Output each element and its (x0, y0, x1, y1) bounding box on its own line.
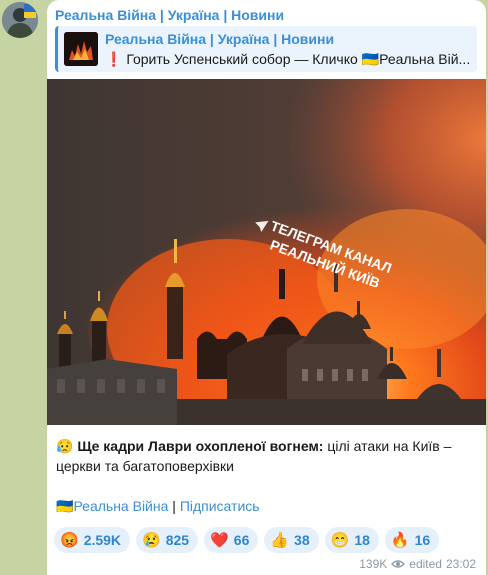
reply-thumbnail (64, 32, 98, 66)
reaction-grin[interactable]: 😁 18 (324, 527, 379, 553)
channel-name[interactable]: Реальна Війна | Україна | Новини (55, 7, 284, 23)
signature: 🇺🇦Реальна Війна | Підписатись (56, 498, 260, 515)
message-bold: Ще кадри Лаври охопленої вогнем: (77, 438, 324, 454)
message-meta: 139K edited 23:02 (359, 557, 476, 571)
angry-icon: 😡 (60, 532, 79, 549)
flag-emoji: 🇺🇦 (56, 498, 74, 514)
message-text: 😥 Ще кадри Лаври охопленої вогнем: цілі … (56, 436, 476, 476)
reaction-fire[interactable]: 🔥 16 (384, 527, 440, 553)
reaction-count: 66 (233, 532, 250, 548)
reaction-angry[interactable]: 😡 2.59K (54, 527, 131, 553)
signature-separator: | (168, 498, 180, 514)
reaction-thumbs-up[interactable]: 👍 38 (264, 527, 319, 553)
photo-media[interactable]: ТЕЛЕГРАМ КАНАЛ РЕАЛЬНИЙ КИЇВ (47, 79, 486, 425)
fire-icon: 🔥 (390, 532, 410, 549)
sad-emoji: 😥 (56, 438, 74, 454)
reply-text: ❗ Горить Успенський собор — Кличко 🇺🇦Реа… (105, 51, 475, 68)
reaction-cry[interactable]: 😢 825 (136, 527, 199, 553)
reaction-heart[interactable]: ❤️ 66 (204, 527, 259, 553)
reaction-count: 16 (414, 532, 431, 548)
views-count: 139K (359, 557, 388, 571)
channel-avatar[interactable] (2, 2, 38, 38)
heart-icon: ❤️ (210, 532, 229, 549)
channel-link[interactable]: Реальна Війна (73, 498, 168, 514)
message-bubble: Реальна Війна | Україна | Новини Реальна… (47, 0, 486, 575)
reply-snippet: Горить Успенський собор — Кличко 🇺🇦Реаль… (126, 51, 471, 67)
lavra-fire-photo: ТЕЛЕГРАМ КАНАЛ РЕАЛЬНИЙ КИЇВ (47, 79, 486, 425)
reply-quote[interactable]: Реальна Війна | Україна | Новини ❗ Горит… (55, 26, 477, 72)
eye-icon (391, 560, 406, 568)
reaction-count: 825 (165, 532, 190, 548)
avatar-image (2, 2, 38, 38)
exclamation-icon: ❗ (105, 51, 123, 67)
subscribe-link[interactable]: Підписатись (180, 498, 260, 514)
reply-title: Реальна Війна | Україна | Новини (105, 31, 335, 47)
edited-label: edited (409, 557, 442, 571)
thumbs-up-icon: 👍 (270, 532, 290, 549)
reaction-count: 18 (354, 532, 370, 548)
reactions-bar: 😡 2.59K 😢 825 ❤️ 66 👍 38 😁 18 🔥 16 (54, 527, 440, 553)
message-time: 23:02 (445, 557, 476, 571)
grin-icon: 😁 (330, 532, 350, 549)
reaction-count: 38 (294, 532, 310, 548)
reaction-count: 2.59K (83, 532, 122, 548)
crying-icon: 😢 (142, 532, 161, 549)
